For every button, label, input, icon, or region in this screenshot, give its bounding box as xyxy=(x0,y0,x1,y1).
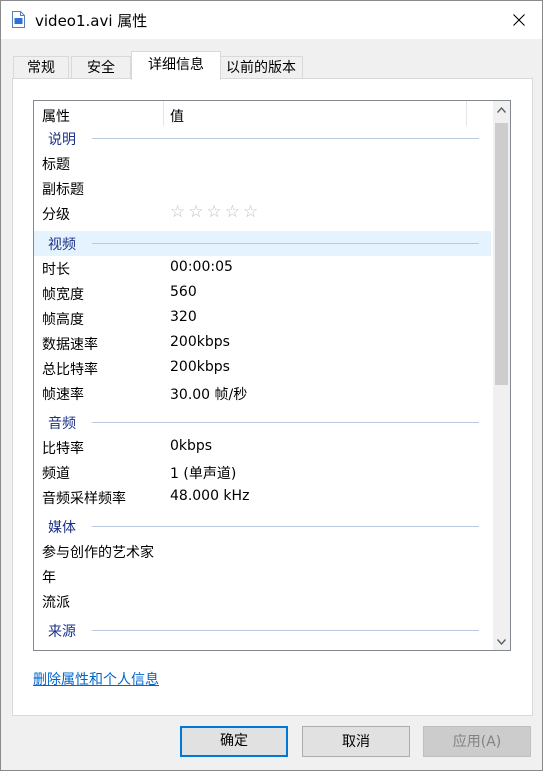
apply-button[interactable]: 应用(A) xyxy=(423,726,531,757)
column-header: 属性 值 xyxy=(34,101,491,126)
property-key: 帧高度 xyxy=(42,312,84,328)
group-divider xyxy=(92,138,479,139)
property-key: 频道 xyxy=(42,466,70,482)
property-key: 音频采样频率 xyxy=(42,491,126,507)
group-label: 视频 xyxy=(48,237,76,253)
group-divider xyxy=(92,422,479,423)
property-value: 320 xyxy=(170,309,197,325)
details-panel: 属性 值 说明 标题 副标题 分级 ☆☆☆☆☆ 视频 时长 00:00:05 帧… xyxy=(12,78,533,716)
property-row-frame-width[interactable]: 帧宽度 560 xyxy=(34,281,491,306)
column-divider[interactable] xyxy=(466,101,467,126)
properties-dialog: video1.avi 属性 常规 安全 详细信息 以前的版本 属性 值 说明 标… xyxy=(0,0,543,771)
chevron-down-icon xyxy=(497,638,506,645)
property-value: 0kbps xyxy=(170,438,213,454)
property-row-channels[interactable]: 频道 1 (单声道) xyxy=(34,460,491,485)
group-media[interactable]: 媒体 xyxy=(34,514,491,539)
cancel-button[interactable]: 取消 xyxy=(302,726,410,757)
property-key: 年 xyxy=(42,570,56,586)
close-icon xyxy=(513,14,525,26)
window-title: video1.avi 属性 xyxy=(35,12,148,30)
properties-list[interactable]: 属性 值 说明 标题 副标题 分级 ☆☆☆☆☆ 视频 时长 00:00:05 帧… xyxy=(33,100,511,651)
group-source[interactable]: 来源 xyxy=(34,618,491,643)
property-row-frame-rate[interactable]: 帧速率 30.00 帧/秒 xyxy=(34,381,491,406)
scroll-down-button[interactable] xyxy=(493,633,510,650)
property-value: 48.000 kHz xyxy=(170,488,250,504)
group-description[interactable]: 说明 xyxy=(34,126,491,151)
group-label: 媒体 xyxy=(48,520,76,536)
group-label: 来源 xyxy=(48,624,76,640)
property-row-title[interactable]: 标题 xyxy=(34,151,491,176)
group-divider xyxy=(92,526,479,527)
property-key: 参与创作的艺术家 xyxy=(42,545,154,561)
property-value: 200kbps xyxy=(170,334,230,350)
tab-security[interactable]: 安全 xyxy=(71,56,131,79)
vertical-scrollbar[interactable] xyxy=(493,101,510,650)
property-value: 00:00:05 xyxy=(170,259,233,275)
group-audio[interactable]: 音频 xyxy=(34,410,491,435)
property-row-audio-bitrate[interactable]: 比特率 0kbps xyxy=(34,435,491,460)
property-row-total-bitrate[interactable]: 总比特率 200kbps xyxy=(34,356,491,381)
tab-details[interactable]: 详细信息 xyxy=(131,51,221,80)
column-divider[interactable] xyxy=(163,101,164,126)
scroll-thumb[interactable] xyxy=(495,123,508,385)
tab-general[interactable]: 常规 xyxy=(13,56,69,79)
property-key: 副标题 xyxy=(42,182,84,198)
property-value: 200kbps xyxy=(170,359,230,375)
remove-properties-link[interactable]: 删除属性和个人信息 xyxy=(33,669,159,689)
group-label: 音频 xyxy=(48,416,76,432)
property-key: 总比特率 xyxy=(42,362,98,378)
property-value: 560 xyxy=(170,284,197,300)
group-divider xyxy=(92,630,479,631)
video-file-icon xyxy=(12,11,25,28)
property-key: 比特率 xyxy=(42,441,84,457)
property-row-frame-height[interactable]: 帧高度 320 xyxy=(34,306,491,331)
property-row-sample-rate[interactable]: 音频采样频率 48.000 kHz xyxy=(34,485,491,510)
group-label: 说明 xyxy=(48,132,76,148)
property-value: 1 (单声道) xyxy=(170,466,237,482)
rating-stars[interactable]: ☆☆☆☆☆ xyxy=(170,202,261,222)
title-bar: video1.avi 属性 xyxy=(1,1,542,39)
property-row-contributing-artists[interactable]: 参与创作的艺术家 xyxy=(34,539,491,564)
property-key: 分级 xyxy=(42,207,70,223)
group-divider xyxy=(92,243,479,244)
property-key: 数据速率 xyxy=(42,337,98,353)
property-key: 流派 xyxy=(42,595,70,611)
column-value[interactable]: 值 xyxy=(170,106,184,126)
tab-previous-versions[interactable]: 以前的版本 xyxy=(219,56,303,79)
property-key: 帧速率 xyxy=(42,387,84,403)
close-button[interactable] xyxy=(496,1,542,39)
property-key: 帧宽度 xyxy=(42,287,84,303)
column-property[interactable]: 属性 xyxy=(42,106,70,126)
property-value: 30.00 帧/秒 xyxy=(170,387,248,403)
property-row-duration[interactable]: 时长 00:00:05 xyxy=(34,256,491,281)
property-row-rating[interactable]: 分级 ☆☆☆☆☆ xyxy=(34,201,491,226)
scroll-up-button[interactable] xyxy=(493,101,510,118)
property-row-genre[interactable]: 流派 xyxy=(34,589,491,614)
property-row-year[interactable]: 年 xyxy=(34,564,491,589)
property-row-subtitle[interactable]: 副标题 xyxy=(34,176,491,201)
chevron-up-icon xyxy=(497,106,506,113)
property-row-data-rate[interactable]: 数据速率 200kbps xyxy=(34,331,491,356)
property-key: 标题 xyxy=(42,157,70,173)
property-key: 时长 xyxy=(42,262,70,278)
ok-button[interactable]: 确定 xyxy=(180,726,288,757)
group-video[interactable]: 视频 xyxy=(34,231,491,256)
